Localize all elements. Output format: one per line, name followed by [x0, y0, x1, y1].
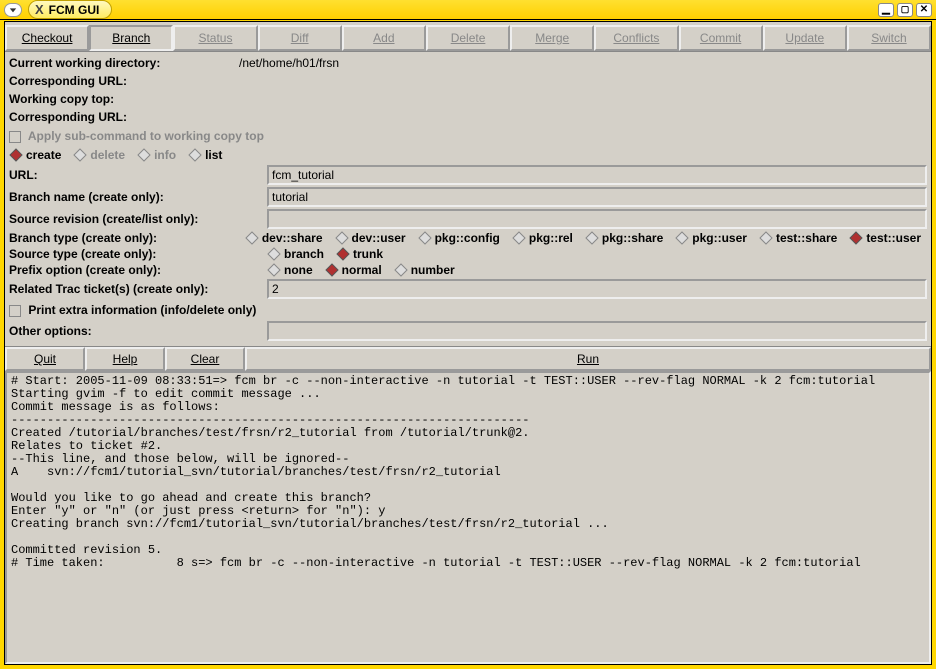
other-options-label: Other options:: [9, 324, 267, 338]
radio-dev-share-label: dev::share: [262, 231, 323, 245]
branch-type-group: dev::share dev::user pkg::config pkg::re…: [245, 231, 927, 245]
radio-dev-user[interactable]: [335, 231, 349, 245]
help-button[interactable]: Help: [85, 347, 165, 371]
app-icon: X: [35, 2, 44, 17]
branch-type-label: Branch type (create only):: [9, 231, 245, 245]
radio-dev-share[interactable]: [245, 231, 259, 245]
apply-subcommand-row: Apply sub-command to working copy top: [9, 126, 927, 146]
window-title: X FCM GUI: [28, 0, 112, 19]
radio-branch-label: branch: [284, 247, 324, 261]
tab-conflicts[interactable]: Conflicts: [594, 25, 678, 51]
radio-info[interactable]: [137, 148, 151, 162]
tab-commit[interactable]: Commit: [679, 25, 763, 51]
quit-button[interactable]: Quit: [5, 347, 85, 371]
tab-merge[interactable]: Merge: [510, 25, 594, 51]
radio-normal[interactable]: [325, 263, 339, 277]
window-title-text: FCM GUI: [49, 3, 100, 17]
print-extra-row: Print extra information (info/delete onl…: [9, 300, 927, 320]
radio-test-user[interactable]: [849, 231, 863, 245]
radio-create[interactable]: [9, 148, 23, 162]
tab-status[interactable]: Status: [173, 25, 257, 51]
tab-branch[interactable]: Branch: [89, 25, 173, 51]
cwd-value: /net/home/h01/frsn: [239, 56, 339, 70]
trac-ticket-input[interactable]: [267, 279, 927, 299]
print-extra-checkbox[interactable]: [9, 305, 21, 317]
radio-list-label: list: [205, 148, 222, 162]
radio-normal-label: normal: [342, 263, 382, 277]
radio-pkg-user[interactable]: [675, 231, 689, 245]
radio-trunk-label: trunk: [353, 247, 383, 261]
radio-pkg-user-label: pkg::user: [692, 231, 747, 245]
radio-delete-label: delete: [90, 148, 125, 162]
tab-bar: Checkout Branch Status Diff Add Delete M…: [5, 22, 931, 52]
corr-url-1-label: Corresponding URL:: [9, 74, 239, 88]
radio-test-user-label: test::user: [866, 231, 921, 245]
other-options-input[interactable]: [267, 321, 927, 341]
window-menu-button[interactable]: [4, 3, 22, 17]
maximize-button[interactable]: ▢: [897, 3, 913, 17]
radio-number-label: number: [411, 263, 455, 277]
branch-name-label: Branch name (create only):: [9, 190, 267, 204]
output-console[interactable]: # Start: 2005-11-09 08:33:51=> fcm br -c…: [5, 371, 931, 664]
close-button[interactable]: ✕: [916, 3, 932, 17]
url-label: URL:: [9, 168, 267, 182]
apply-subcommand-checkbox[interactable]: [9, 131, 21, 143]
tab-add[interactable]: Add: [342, 25, 426, 51]
apply-subcommand-label: Apply sub-command to working copy top: [28, 129, 264, 143]
radio-delete[interactable]: [73, 148, 87, 162]
radio-number[interactable]: [394, 263, 408, 277]
print-extra-label: Print extra information (info/delete onl…: [28, 303, 256, 317]
radio-pkg-config[interactable]: [418, 231, 432, 245]
radio-pkg-share-label: pkg::share: [602, 231, 663, 245]
wct-label: Working copy top:: [9, 92, 239, 106]
subcommand-radio-group: create delete info list: [9, 146, 927, 164]
radio-create-label: create: [26, 148, 61, 162]
prefix-option-group: none normal number: [267, 263, 927, 277]
branch-name-input[interactable]: [267, 187, 927, 207]
url-input[interactable]: [267, 165, 927, 185]
corr-url-2-label: Corresponding URL:: [9, 110, 239, 124]
radio-none[interactable]: [267, 263, 281, 277]
radio-branch[interactable]: [267, 247, 281, 261]
tab-delete[interactable]: Delete: [426, 25, 510, 51]
radio-pkg-share[interactable]: [585, 231, 599, 245]
radio-list[interactable]: [188, 148, 202, 162]
radio-none-label: none: [284, 263, 313, 277]
radio-test-share-label: test::share: [776, 231, 837, 245]
source-type-label: Source type (create only):: [9, 247, 267, 261]
run-button[interactable]: Run: [245, 347, 931, 371]
radio-dev-user-label: dev::user: [352, 231, 406, 245]
source-revision-input[interactable]: [267, 209, 927, 229]
cwd-label: Current working directory:: [9, 56, 239, 70]
minimize-button[interactable]: ▁: [878, 3, 894, 17]
tab-checkout[interactable]: Checkout: [5, 25, 89, 51]
radio-test-share[interactable]: [759, 231, 773, 245]
tab-update[interactable]: Update: [763, 25, 847, 51]
radio-info-label: info: [154, 148, 176, 162]
radio-trunk[interactable]: [336, 247, 350, 261]
tab-switch[interactable]: Switch: [847, 25, 931, 51]
radio-pkg-config-label: pkg::config: [435, 231, 500, 245]
source-revision-label: Source revision (create/list only):: [9, 212, 267, 226]
radio-pkg-rel-label: pkg::rel: [529, 231, 573, 245]
prefix-option-label: Prefix option (create only):: [9, 263, 267, 277]
radio-pkg-rel[interactable]: [512, 231, 526, 245]
source-type-group: branch trunk: [267, 247, 927, 261]
trac-ticket-label: Related Trac ticket(s) (create only):: [9, 282, 267, 296]
clear-button[interactable]: Clear: [165, 347, 245, 371]
tab-diff[interactable]: Diff: [258, 25, 342, 51]
action-button-row: Quit Help Clear Run: [5, 346, 931, 371]
